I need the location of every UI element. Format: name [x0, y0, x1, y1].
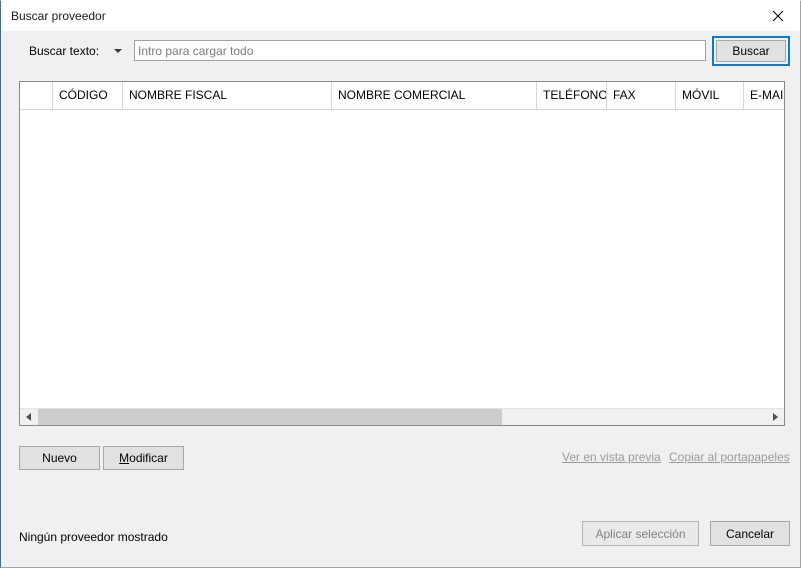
table-column-header-codigo[interactable]: CÓDIGO — [53, 82, 123, 109]
action-toolbar: Nuevo Modificar Ver en vista previa Copi… — [1, 441, 800, 475]
table-body[interactable] — [20, 110, 784, 403]
search-button-focus-ring: Buscar — [712, 36, 790, 66]
cancel-button[interactable]: Cancelar — [710, 521, 790, 546]
title-bar: Buscar proveedor — [1, 1, 800, 31]
table-header-row: CÓDIGO NOMBRE FISCAL NOMBRE COMERCIAL TE… — [20, 82, 784, 110]
status-text: Ningún proveedor mostrado — [19, 530, 168, 544]
arrow-right-icon — [773, 413, 778, 421]
search-mode-dropdown[interactable] — [109, 42, 127, 60]
edit-button[interactable]: Modificar — [103, 446, 184, 470]
chevron-down-icon — [114, 49, 122, 53]
dialog-footer: Ningún proveedor mostrado Aplicar selecc… — [1, 505, 800, 567]
table-column-header-select[interactable] — [20, 82, 53, 109]
preview-link[interactable]: Ver en vista previa — [562, 450, 661, 464]
table-column-header-movil[interactable]: MÓVIL — [676, 82, 744, 109]
close-icon — [772, 10, 784, 22]
edit-button-accelerator: M — [119, 451, 130, 465]
window-title: Buscar proveedor — [11, 9, 106, 23]
new-button[interactable]: Nuevo — [19, 446, 100, 470]
search-input[interactable] — [134, 40, 706, 61]
edit-button-label: odificar — [129, 451, 168, 465]
search-label: Buscar texto: — [29, 44, 100, 58]
table-column-header-nombre-comercial[interactable]: NOMBRE COMERCIAL — [332, 82, 537, 109]
horizontal-scrollbar[interactable] — [20, 408, 784, 425]
scroll-right-button[interactable] — [767, 409, 784, 425]
table-column-header-telefono[interactable]: TELÉFONO — [537, 82, 607, 109]
results-table: CÓDIGO NOMBRE FISCAL NOMBRE COMERCIAL TE… — [19, 81, 785, 426]
table-column-header-email[interactable]: E-MAIL — [744, 82, 784, 109]
buscar-proveedor-dialog: Buscar proveedor Buscar texto: Buscar CÓ… — [0, 0, 801, 568]
close-button[interactable] — [755, 1, 800, 31]
search-toolbar: Buscar texto: Buscar — [1, 32, 800, 70]
table-column-header-fax[interactable]: FAX — [607, 82, 676, 109]
copy-to-clipboard-link[interactable]: Copiar al portapapeles — [669, 450, 790, 464]
search-button[interactable]: Buscar — [716, 40, 786, 62]
arrow-left-icon — [26, 413, 31, 421]
apply-selection-button[interactable]: Aplicar selección — [582, 521, 699, 546]
horizontal-scrollbar-thumb[interactable] — [38, 409, 502, 425]
table-column-header-nombre-fiscal[interactable]: NOMBRE FISCAL — [123, 82, 332, 109]
scroll-left-button[interactable] — [20, 409, 37, 425]
